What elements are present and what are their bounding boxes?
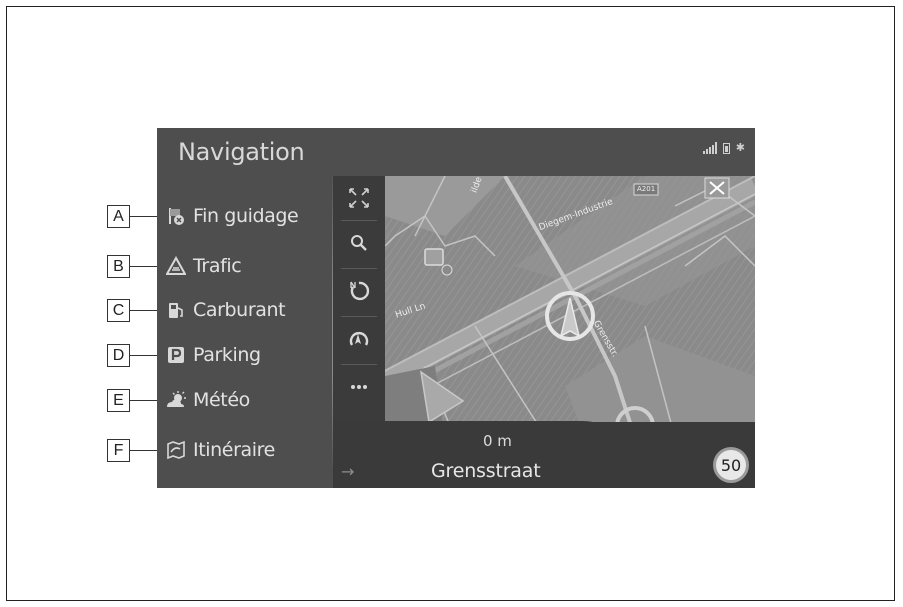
search-button[interactable] — [333, 221, 385, 265]
guidance-panel: 0 m → Grensstraat 50 — [333, 421, 755, 488]
north-up-button[interactable] — [333, 269, 385, 313]
more-icon — [351, 385, 367, 389]
reroute-button[interactable] — [333, 317, 385, 361]
weather-icon — [165, 389, 187, 411]
menu-item-fuel[interactable]: Carburant — [165, 294, 286, 326]
fullscreen-icon — [349, 188, 369, 208]
search-icon — [351, 235, 367, 251]
menu-label-route: Itinéraire — [193, 439, 275, 461]
menu-label-traffic: Trafic — [193, 255, 242, 277]
callout-d: D — [107, 344, 130, 367]
callout-e: E — [107, 389, 130, 412]
speed-limit-sign: 50 — [713, 447, 749, 483]
navigation-screen: Navigation ✱ Fin guidage Trafic Carburan… — [157, 128, 755, 488]
menu-label-end-guidance: Fin guidage — [193, 205, 299, 227]
callout-b: B — [107, 255, 130, 278]
map-view[interactable]: Diegem-Industrie A201 Grensstr. Hull Ln … — [385, 176, 755, 438]
menu-item-parking[interactable]: Parking — [165, 339, 261, 371]
parking-icon — [165, 344, 187, 366]
menu-item-weather[interactable]: Météo — [165, 384, 250, 416]
callout-f: F — [107, 439, 130, 462]
traffic-icon — [165, 255, 187, 277]
road-label-a201: A201 — [637, 185, 656, 193]
more-button[interactable] — [333, 365, 385, 409]
menu-item-route[interactable]: Itinéraire — [165, 434, 275, 466]
reroute-icon — [349, 332, 369, 346]
menu-label-fuel: Carburant — [193, 299, 286, 321]
menu-item-traffic[interactable]: Trafic — [165, 250, 242, 282]
guidance-panel-edge — [333, 421, 755, 435]
end-guidance-icon — [165, 205, 187, 227]
menu-label-weather: Météo — [193, 389, 250, 411]
current-street: Grensstraat — [431, 460, 541, 482]
bluetooth-icon: ✱ — [735, 141, 745, 154]
north-up-icon — [350, 281, 370, 301]
fuel-icon — [165, 299, 187, 321]
signal-icon — [702, 142, 717, 154]
callout-c: C — [107, 299, 130, 322]
menu-item-end-guidance[interactable]: Fin guidage — [165, 200, 299, 232]
menu-label-parking: Parking — [193, 344, 261, 366]
route-icon — [165, 439, 187, 461]
direction-arrow-icon: → — [341, 462, 355, 481]
page-title: Navigation — [178, 138, 305, 166]
fullscreen-button[interactable] — [333, 176, 385, 220]
battery-icon — [722, 143, 730, 154]
status-bar: ✱ — [702, 141, 745, 154]
distance-to-turn: 0 m — [483, 432, 512, 450]
map-toolbar — [333, 176, 385, 422]
callout-a: A — [107, 205, 130, 228]
